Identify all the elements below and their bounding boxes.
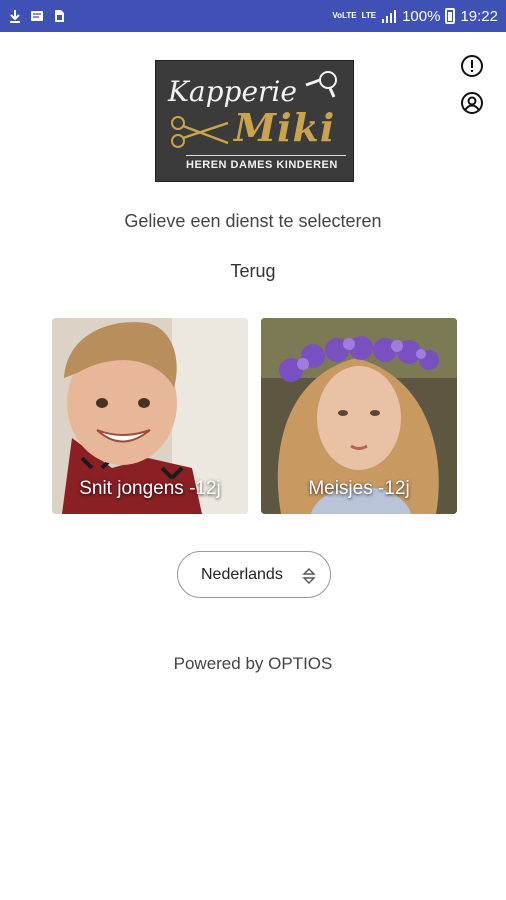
logo-text-miki: Miki — [234, 105, 336, 150]
scissors-icon — [171, 116, 229, 148]
service-label: Meisjes -12j — [308, 478, 410, 499]
page-prompt: Gelieve een dienst te selecteren — [124, 211, 382, 231]
language-selected: Nederlands — [201, 565, 283, 583]
lte-indicator: LTE — [361, 11, 377, 20]
signal-icon — [382, 10, 397, 23]
logo-tagline: HEREN DAMES KINDEREN — [186, 155, 346, 171]
info-icon[interactable] — [460, 54, 484, 78]
clock: 19:22 — [460, 7, 498, 25]
account-icon[interactable] — [460, 91, 484, 115]
battery-percentage: 100% — [402, 7, 441, 25]
message-icon — [31, 11, 43, 21]
battery-icon — [445, 8, 456, 24]
service-card-boys[interactable]: Snit jongens -12j — [52, 318, 248, 514]
sim-icon — [55, 10, 64, 22]
notification-icons — [8, 9, 66, 23]
back-link[interactable]: Terug — [0, 261, 506, 282]
sort-arrows-icon — [302, 568, 316, 584]
salon-logo: Kapperie Miki HEREN DAMES KINDEREN — [155, 60, 354, 182]
volte-indicator: VoLTE — [332, 11, 357, 20]
status-bar: VoLTE LTE 100% 19:22 — [0, 0, 506, 32]
service-label: Snit jongens -12j — [79, 478, 221, 499]
system-indicators: VoLTE LTE 100% 19:22 — [332, 8, 498, 25]
logo-text-kapperie: Kapperie — [168, 75, 297, 108]
language-select[interactable]: Nederlands — [177, 551, 331, 598]
powered-by-footer: Powered by OPTIOS — [173, 654, 333, 673]
service-card-girls[interactable]: Meisjes -12j — [261, 318, 457, 514]
hairdryer-icon — [305, 71, 337, 98]
download-icon — [10, 10, 20, 23]
